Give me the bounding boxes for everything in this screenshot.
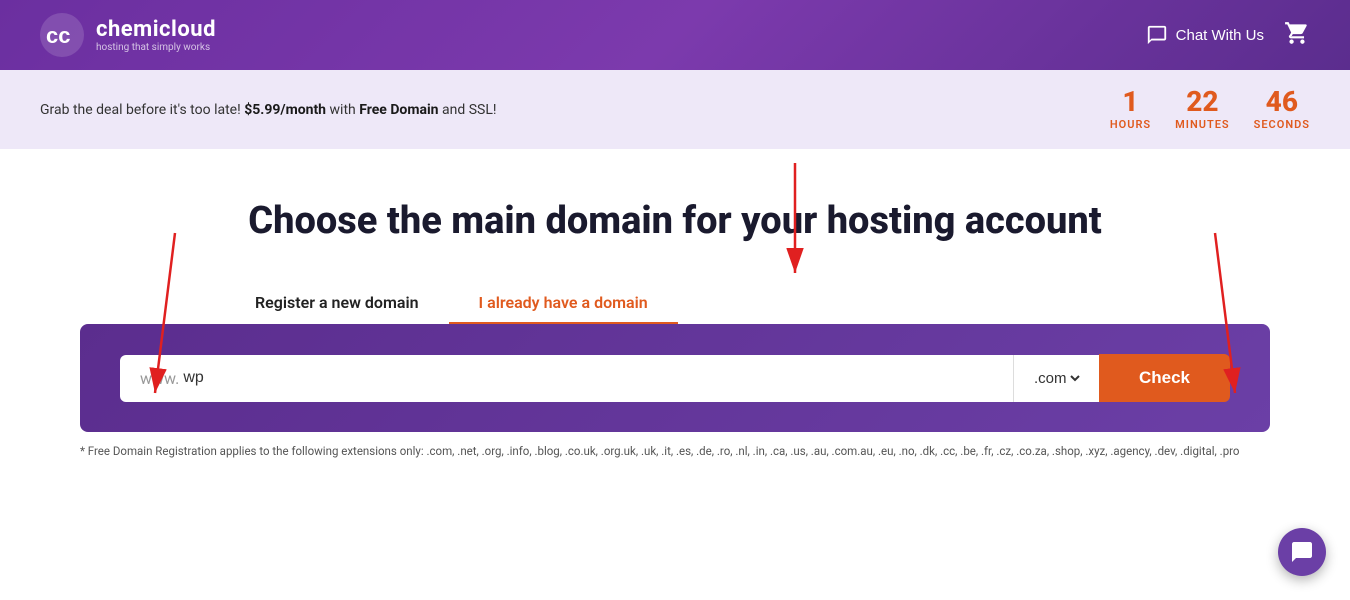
logo-name: chemicloud <box>96 17 216 42</box>
domain-tabs: Register a new domain I already have a d… <box>225 283 1125 324</box>
banner-free-domain: Free Domain <box>359 102 438 118</box>
chat-label: Chat With Us <box>1176 27 1264 44</box>
tab-already-have-domain[interactable]: I already have a domain <box>449 283 678 324</box>
logo-tagline: hosting that simply works <box>96 42 216 53</box>
logo-area: cc chemicloud hosting that simply works <box>40 13 216 57</box>
banner-text-after: and SSL! <box>442 102 497 118</box>
domain-search-section: www. .com .net .org .info .blog Check <box>80 324 1270 432</box>
page-title: Choose the main domain for your hosting … <box>248 199 1102 243</box>
promo-banner: Grab the deal before it's too late! $5.9… <box>0 70 1350 149</box>
logo-text: chemicloud hosting that simply works <box>96 17 216 53</box>
countdown: 1 HOURS 22 MINUTES 46 SECONDS <box>1110 88 1310 131</box>
countdown-minutes: 22 MINUTES <box>1175 88 1229 131</box>
svg-text:cc: cc <box>46 23 70 48</box>
countdown-hours: 1 HOURS <box>1110 88 1151 131</box>
banner-price: $5.99/month <box>244 102 326 118</box>
check-domain-button[interactable]: Check <box>1099 354 1230 402</box>
banner-text-before: Grab the deal before it's too late! <box>40 102 241 118</box>
domain-prefix: www. <box>140 369 179 388</box>
chat-bubble-icon <box>1290 540 1314 564</box>
countdown-minutes-label: MINUTES <box>1175 118 1229 131</box>
cart-icon[interactable] <box>1284 20 1310 50</box>
countdown-seconds: 46 SECONDS <box>1254 88 1310 131</box>
countdown-seconds-num: 46 <box>1254 88 1310 116</box>
countdown-hours-label: HOURS <box>1110 118 1151 131</box>
countdown-seconds-label: SECONDS <box>1254 118 1310 131</box>
domain-search-input[interactable] <box>183 369 993 387</box>
chat-with-us-button[interactable]: Chat With Us <box>1146 24 1264 46</box>
tab-register-new-domain[interactable]: Register a new domain <box>225 283 449 324</box>
banner-text: Grab the deal before it's too late! $5.9… <box>40 102 496 118</box>
banner-text-middle: with <box>330 102 356 118</box>
countdown-minutes-num: 22 <box>1175 88 1229 116</box>
chat-icon <box>1146 24 1168 46</box>
logo-icon: cc <box>40 13 84 57</box>
domain-input-wrapper: www. <box>120 355 1013 402</box>
countdown-hours-num: 1 <box>1110 88 1151 116</box>
tld-select[interactable]: .com .net .org .info .blog <box>1030 369 1083 388</box>
header-right: Chat With Us <box>1146 20 1310 50</box>
chat-bubble-button[interactable] <box>1278 528 1326 576</box>
tld-select-wrapper[interactable]: .com .net .org .info .blog <box>1013 355 1099 402</box>
main-content: Choose the main domain for your hosting … <box>0 149 1350 470</box>
free-domain-note: * Free Domain Registration applies to th… <box>40 432 1310 470</box>
header: cc chemicloud hosting that simply works … <box>0 0 1350 70</box>
